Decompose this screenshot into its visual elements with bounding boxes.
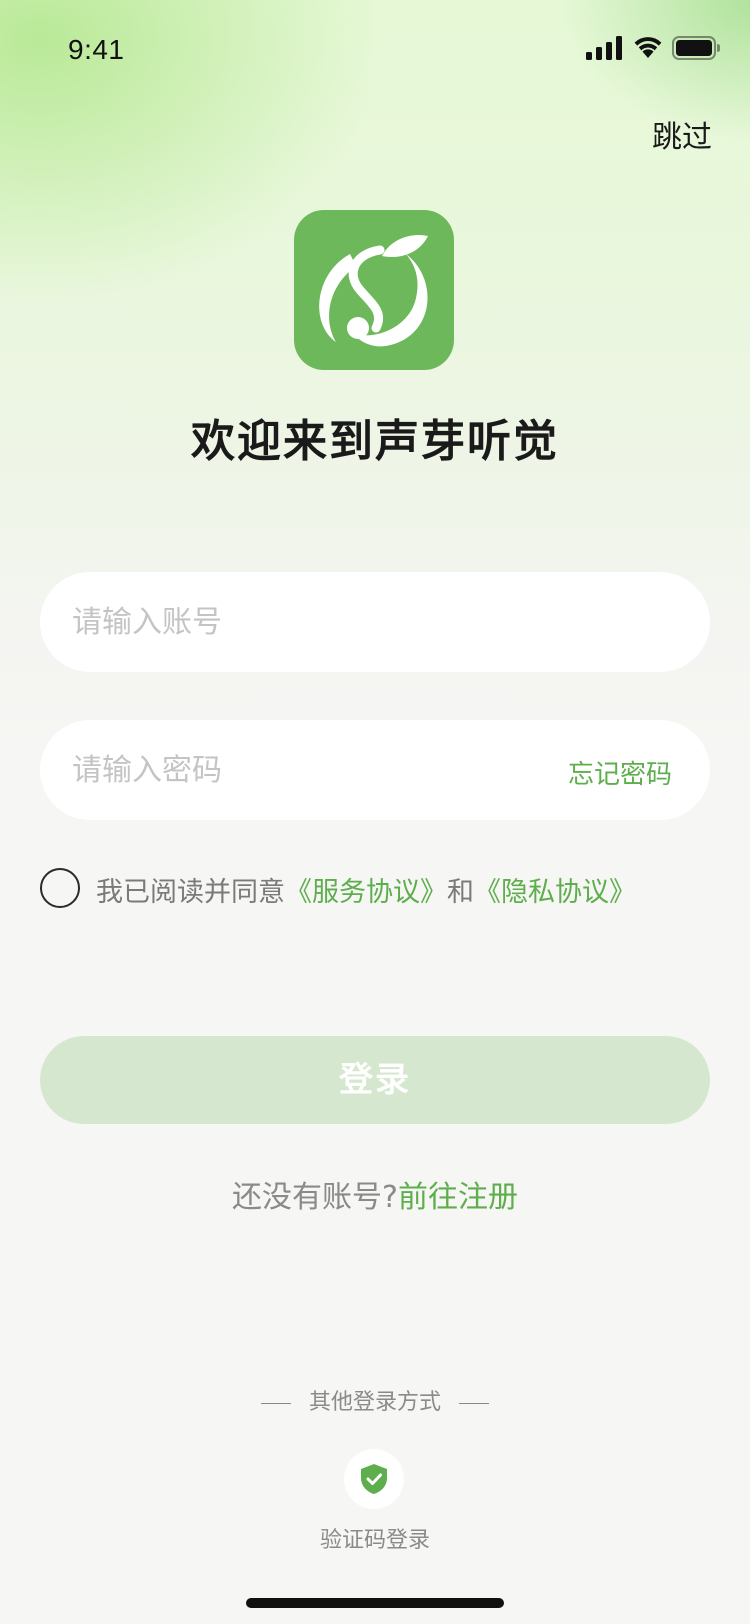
- sms-login-button[interactable]: [344, 1449, 404, 1509]
- login-button[interactable]: 登录: [40, 1036, 710, 1124]
- wifi-icon: [634, 37, 662, 58]
- account-input[interactable]: [72, 572, 672, 672]
- skip-button[interactable]: 跳过: [652, 112, 712, 156]
- account-field: [40, 572, 710, 672]
- sms-login-label: 验证码登录: [319, 1528, 430, 1553]
- other-login-label: 其他登录方式: [308, 1390, 441, 1415]
- other-login-divider: 其他登录方式: [0, 1384, 750, 1416]
- register-link[interactable]: 前往注册: [398, 1180, 518, 1215]
- service-agreement-link[interactable]: 《服务协议》: [285, 877, 447, 908]
- privacy-agreement-link[interactable]: 《隐私协议》: [474, 877, 636, 908]
- login-screen: 9:41 跳过 欢迎来到声芽听觉 请输入账号 忘记密码 我已阅读并同意《服务协议…: [0, 0, 750, 1624]
- app-logo-icon: [319, 234, 428, 347]
- divider-line-left: [260, 1402, 291, 1404]
- home-indicator: [246, 1598, 504, 1608]
- divider-line-right: [459, 1402, 489, 1404]
- welcome-title: 欢迎来到声芽听觉: [191, 416, 559, 467]
- password-field: 忘记密码: [40, 720, 710, 820]
- agreement-prefix: 我已阅读并同意: [96, 877, 285, 908]
- shield-check-icon: [361, 1464, 387, 1494]
- status-time: 9:41: [68, 34, 125, 65]
- agreement-conjunction: 和: [447, 877, 474, 908]
- register-prompt: 还没有账号?前往注册: [0, 1172, 750, 1216]
- signal-icon: [586, 36, 622, 60]
- app-logo: [294, 210, 454, 370]
- battery-icon: [672, 36, 720, 60]
- register-prompt-text: 还没有账号?: [232, 1180, 398, 1215]
- agree-checkbox[interactable]: [40, 868, 80, 908]
- agreement-text: 我已阅读并同意《服务协议》和《隐私协议》: [96, 870, 636, 909]
- forgot-password-link[interactable]: 忘记密码: [568, 754, 672, 791]
- password-input[interactable]: [72, 720, 512, 820]
